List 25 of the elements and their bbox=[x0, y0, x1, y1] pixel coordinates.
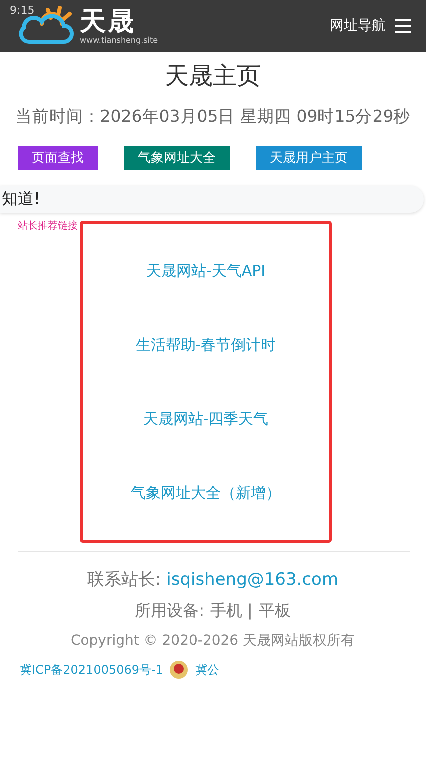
copyright-text: Copyright © 2020-2026 天晟网站版权所有 bbox=[70, 632, 356, 650]
scrolling-notice: 知道! bbox=[0, 186, 424, 213]
status-time: 9:15 bbox=[10, 4, 35, 17]
device-text: 平板 bbox=[258, 601, 291, 622]
nav-button[interactable]: 天晟用户主页 bbox=[256, 146, 362, 170]
page-title: 天晟主页 bbox=[164, 61, 262, 92]
nav-button[interactable]: 页面查找 bbox=[18, 146, 98, 170]
nav-button[interactable]: 气象网址大全 bbox=[124, 146, 230, 170]
nav-link[interactable]: 网址导航 bbox=[330, 17, 386, 35]
recommended-link[interactable]: 生活帮助-春节倒计时 bbox=[83, 336, 329, 354]
email-link[interactable]: isqisheng@163.com bbox=[166, 570, 339, 590]
contact-label: 联系站长: bbox=[87, 570, 162, 590]
current-time: 当前时间：2026年03月05日 星期四 09时15分29秒 bbox=[14, 106, 412, 128]
recommended-link[interactable]: 气象网址大全（新增） bbox=[83, 484, 329, 502]
device-text: 手机 | bbox=[210, 601, 253, 622]
devices-label: 所用设备: bbox=[135, 601, 204, 622]
logo-url: www.tiansheng.site bbox=[80, 36, 158, 44]
recommend-label: 站长推荐链接 bbox=[18, 220, 79, 229]
menu-icon[interactable] bbox=[394, 18, 412, 34]
police-badge-icon bbox=[169, 660, 190, 680]
police-link[interactable]: 冀公 bbox=[195, 662, 220, 678]
logo-text: 天晟 bbox=[80, 8, 137, 36]
icp-link[interactable]: 冀ICP备2021005069号-1 bbox=[20, 662, 164, 678]
recommended-link[interactable]: 天晟网站-天气API bbox=[83, 262, 329, 280]
recommended-link[interactable]: 天晟网站-四季天气 bbox=[83, 410, 329, 428]
